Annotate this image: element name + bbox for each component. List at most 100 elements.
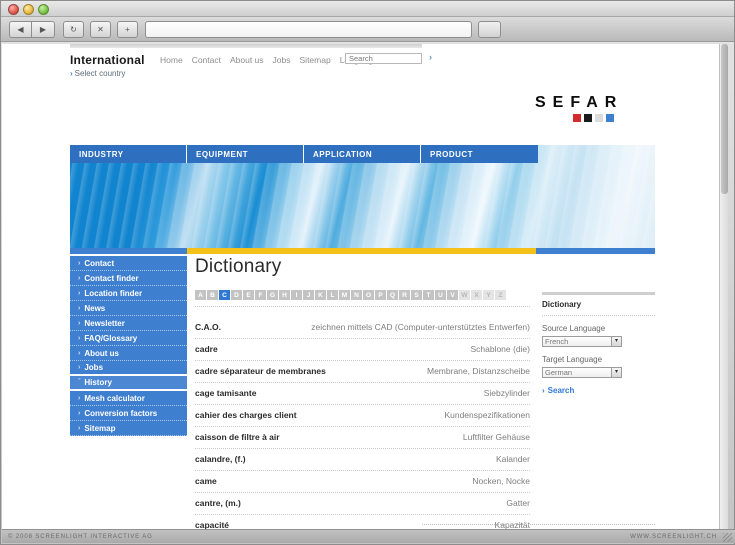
sidebar-item-news[interactable]: › News (70, 301, 187, 316)
chevron-right-icon: › (78, 349, 81, 357)
browser-toolbar: ◀ ▶ ↻ ✕ + (1, 17, 734, 42)
dictionary-search-link[interactable]: › Search (542, 386, 655, 395)
util-nav-home[interactable]: Home (160, 55, 183, 65)
sidebar-item-newsletter[interactable]: › Newsletter (70, 316, 187, 331)
vertical-scrollbar[interactable] (719, 44, 728, 529)
sidebar-item-faq-glossary[interactable]: › FAQ/Glossary (70, 331, 187, 346)
stop-button[interactable]: ✕ (90, 21, 111, 38)
zoom-window-button[interactable] (38, 4, 49, 15)
chevron-right-icon: › (78, 394, 81, 402)
dictionary-entry: caisson de filtre à air Luftfilter Gehäu… (195, 427, 530, 449)
sidebar-item-label: Mesh calculator (84, 393, 145, 403)
alpha-letter-t[interactable]: T (423, 290, 434, 300)
entry-term: cage tamisante (195, 388, 257, 398)
entry-term: calandre, (f.) (195, 454, 246, 464)
logo-square-gray (595, 114, 603, 122)
chevron-right-icon: › (78, 364, 81, 371)
sidebar-item-label: Conversion factors (84, 408, 158, 418)
back-button[interactable]: ◀ (9, 21, 32, 38)
alpha-letter-d[interactable]: D (231, 290, 242, 300)
new-tab-button[interactable]: + (117, 21, 138, 38)
select-country-link[interactable]: › Select country (70, 69, 125, 78)
entry-term: caisson de filtre à air (195, 432, 280, 442)
close-window-button[interactable] (8, 4, 19, 15)
alpha-letter-p[interactable]: P (375, 290, 386, 300)
sidebar-item-contact[interactable]: › Contact (70, 256, 187, 271)
forward-arrow-icon: ▶ (39, 25, 47, 34)
minimize-window-button[interactable] (23, 4, 34, 15)
sidebar-item-label: Sitemap (84, 423, 116, 433)
mainnav-product[interactable]: PRODUCT (421, 145, 538, 163)
alpha-letter-g[interactable]: G (267, 290, 278, 300)
alpha-letter-q[interactable]: Q (387, 290, 398, 300)
accent-color-band (70, 248, 655, 254)
alpha-letter-b[interactable]: B (207, 290, 218, 300)
reload-icon: ↻ (70, 25, 77, 34)
stop-icon: ✕ (97, 25, 104, 34)
alpha-letter-j[interactable]: J (303, 290, 314, 300)
sidebar-item-contact-finder[interactable]: › Contact finder (70, 271, 187, 286)
alpha-letter-l[interactable]: L (327, 290, 338, 300)
alpha-letter-n[interactable]: N (351, 290, 362, 300)
util-nav-contact[interactable]: Contact (192, 55, 221, 65)
dictionary-entry: cadre séparateur de membranes Membrane, … (195, 361, 530, 383)
sidebar-item-mesh-calculator[interactable]: › Mesh calculator (70, 391, 187, 406)
target-language-select[interactable]: German ▾ (542, 367, 622, 378)
chevron-down-icon: ▾ (611, 368, 621, 377)
address-bar[interactable] (145, 21, 472, 38)
sidebar-item-history[interactable]: ˇ History (70, 376, 187, 391)
sidebar-item-conversion-factors[interactable]: › Conversion factors (70, 406, 187, 421)
sidebar-item-sitemap[interactable]: › Sitemap (70, 421, 187, 436)
mainnav-industry[interactable]: INDUSTRY (70, 145, 187, 163)
sidebar-item-about-us[interactable]: › About us (70, 346, 187, 361)
source-language-select[interactable]: French ▾ (542, 336, 622, 347)
chevron-down-icon: ˇ (78, 379, 81, 386)
sidebar-item-jobs[interactable]: › Jobs (70, 361, 187, 376)
alpha-letter-o[interactable]: O (363, 290, 374, 300)
mainnav-equipment[interactable]: EQUIPMENT (187, 145, 304, 163)
alpha-letter-e[interactable]: E (243, 290, 254, 300)
dictionary-search-label: Search (547, 386, 575, 395)
sefar-logo[interactable]: SEFAR (535, 95, 640, 122)
page-viewport: International › Select country Home Conta… (2, 44, 728, 529)
sidebar-item-label: News (84, 303, 106, 313)
alpha-letter-s[interactable]: S (411, 290, 422, 300)
entry-definition: Kundenspezifikationen (444, 410, 530, 420)
select-country-label: Select country (74, 69, 126, 78)
util-nav-sitemap[interactable]: Sitemap (300, 55, 331, 65)
alpha-letter-h[interactable]: H (279, 290, 290, 300)
alpha-letter-a[interactable]: A (195, 290, 206, 300)
left-sidebar: › Contact › Contact finder › Location fi… (70, 256, 187, 436)
entry-definition: Luftfilter Gehäuse (462, 432, 530, 442)
util-nav-about-us[interactable]: About us (230, 55, 264, 65)
site-search-submit-icon[interactable]: › (429, 52, 432, 62)
alpha-letter-f[interactable]: F (255, 290, 266, 300)
reload-button[interactable]: ↻ (63, 21, 84, 38)
resize-grip[interactable] (723, 533, 732, 542)
alpha-letter-u[interactable]: U (435, 290, 446, 300)
dictionary-entry: calandre, (f.) Kalander (195, 449, 530, 471)
sidebar-item-location-finder[interactable]: › Location finder (70, 286, 187, 301)
scrollbar-thumb[interactable] (721, 44, 728, 194)
chevron-right-icon: › (78, 304, 81, 312)
util-nav-jobs[interactable]: Jobs (273, 55, 291, 65)
alpha-letter-r[interactable]: R (399, 290, 410, 300)
right-panel-divider (542, 292, 655, 295)
alpha-letter-m[interactable]: M (339, 290, 350, 300)
target-language-value: German (545, 368, 573, 377)
entry-definition: Membrane, Distanzscheibe (427, 366, 530, 376)
chevron-right-icon: › (70, 69, 73, 78)
forward-button[interactable]: ▶ (32, 21, 55, 38)
dictionary-entry: cahier des charges client Kundenspezifik… (195, 405, 530, 427)
dictionary-entry: capacité Kapazität (195, 515, 530, 529)
alpha-letter-i[interactable]: I (291, 290, 302, 300)
main-content: Dictionary A B C D E F G H I J K L M N O (195, 256, 530, 529)
alpha-letter-v[interactable]: V (447, 290, 458, 300)
mainnav-application[interactable]: APPLICATION (304, 145, 421, 163)
band-segment-yellow (187, 248, 536, 254)
alpha-letter-c[interactable]: C (219, 290, 230, 300)
site-search-input[interactable] (345, 53, 422, 64)
alpha-letter-k[interactable]: K (315, 290, 326, 300)
entry-definition: Kalander (495, 454, 530, 464)
browser-search-box[interactable] (478, 21, 501, 38)
